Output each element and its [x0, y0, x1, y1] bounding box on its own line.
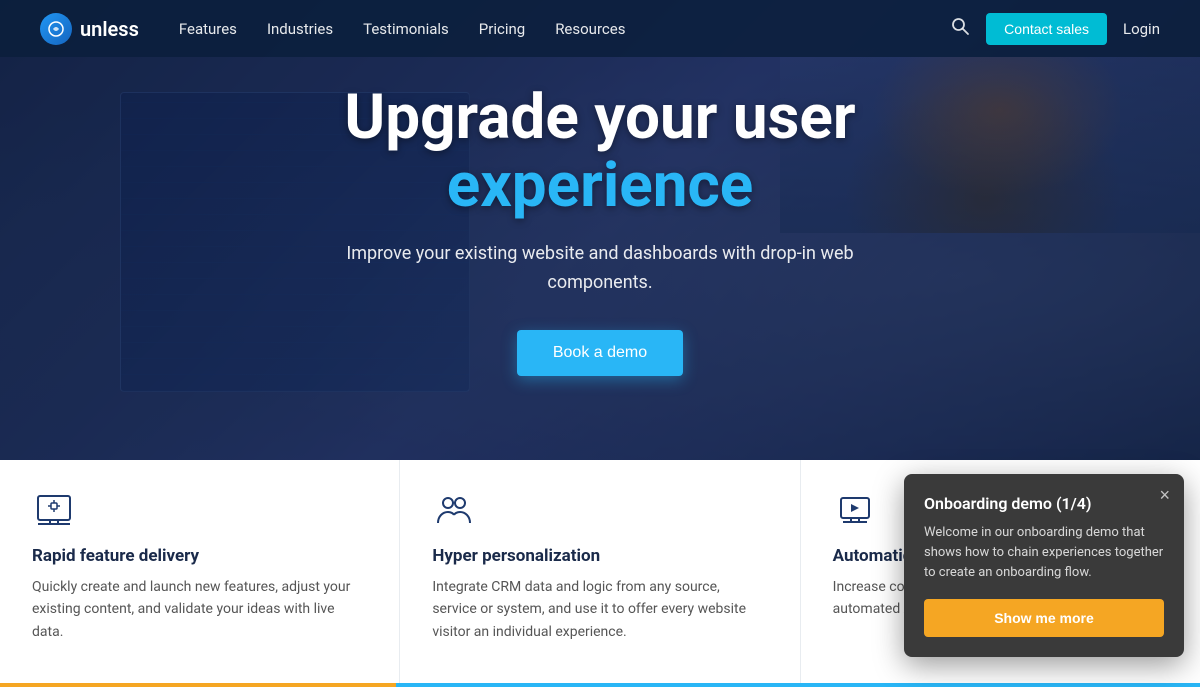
- nav-link-industries[interactable]: Industries: [267, 16, 333, 42]
- show-more-button[interactable]: Show me more: [924, 599, 1164, 637]
- nav-link-features[interactable]: Features: [179, 16, 237, 42]
- logo[interactable]: unless: [40, 13, 139, 45]
- hero-title: Upgrade your user experience: [310, 84, 890, 220]
- nav-links: Features Industries Testimonials Pricing…: [179, 16, 950, 42]
- feature-title-hyper: Hyper personalization: [432, 546, 767, 566]
- popup-title: Onboarding demo (1/4): [924, 494, 1164, 513]
- logo-text: unless: [80, 17, 139, 41]
- popup-close-button[interactable]: ×: [1159, 486, 1170, 504]
- hero-content: Upgrade your user experience Improve you…: [290, 84, 910, 376]
- nav-link-resources[interactable]: Resources: [555, 16, 625, 42]
- hero-title-highlight: experience: [310, 152, 890, 220]
- feature-desc-hyper: Integrate CRM data and logic from any so…: [432, 576, 767, 643]
- auto-experimentation-icon: [833, 488, 877, 532]
- logo-icon: [40, 13, 72, 45]
- feature-card-rapid-delivery: Rapid feature delivery Quickly create an…: [0, 460, 400, 687]
- feature-desc-rapid: Quickly create and launch new features, …: [32, 576, 367, 643]
- nav-link-pricing[interactable]: Pricing: [479, 16, 525, 42]
- popup-desc: Welcome in our onboarding demo that show…: [924, 523, 1164, 583]
- contact-sales-button[interactable]: Contact sales: [986, 13, 1107, 45]
- feature-card-hyper-personalization: Hyper personalization Integrate CRM data…: [400, 460, 800, 687]
- search-icon[interactable]: [950, 16, 970, 41]
- book-demo-button[interactable]: Book a demo: [517, 330, 683, 376]
- rapid-delivery-icon: [32, 488, 76, 532]
- nav-link-testimonials[interactable]: Testimonials: [363, 16, 449, 42]
- hero-subtitle: Improve your existing website and dashbo…: [310, 240, 890, 298]
- navbar: unless Features Industries Testimonials …: [0, 0, 1200, 57]
- nav-right: Contact sales Login: [950, 13, 1160, 45]
- hyper-personalization-icon: [432, 488, 476, 532]
- onboarding-popup: × Onboarding demo (1/4) Welcome in our o…: [904, 474, 1184, 657]
- login-link[interactable]: Login: [1123, 20, 1160, 38]
- feature-title-rapid: Rapid feature delivery: [32, 546, 367, 566]
- hero-title-line1: Upgrade your user: [344, 81, 855, 154]
- hero-section: Upgrade your user experience Improve you…: [0, 0, 1200, 460]
